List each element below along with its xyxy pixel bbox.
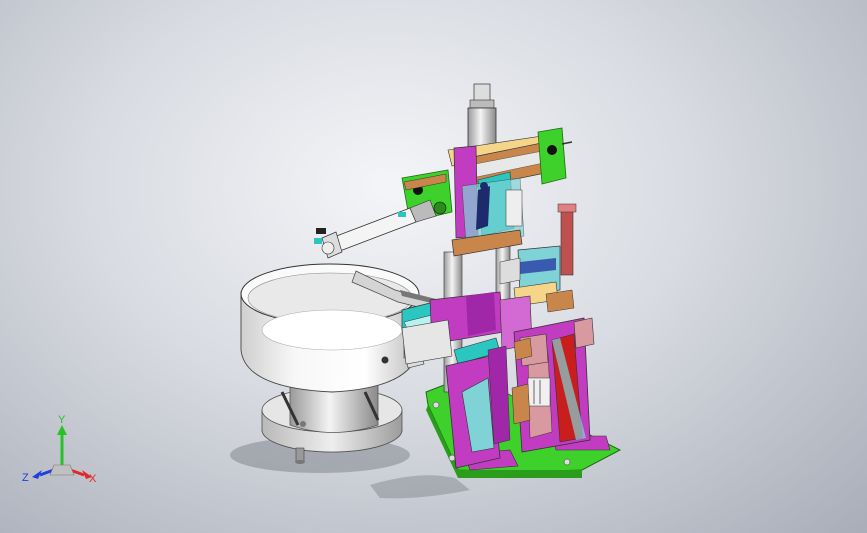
y-axis-arrow <box>57 425 67 435</box>
triad-origin <box>49 464 75 476</box>
right-support-column[interactable] <box>511 317 595 453</box>
cad-viewport[interactable] <box>0 0 867 533</box>
side-air-cylinder[interactable] <box>314 199 437 259</box>
y-axis-label: Y <box>58 415 66 426</box>
z-axis-label: Z <box>22 472 29 484</box>
coordinate-triad: Y X Z <box>22 415 97 485</box>
x-axis-label: X <box>89 473 97 485</box>
